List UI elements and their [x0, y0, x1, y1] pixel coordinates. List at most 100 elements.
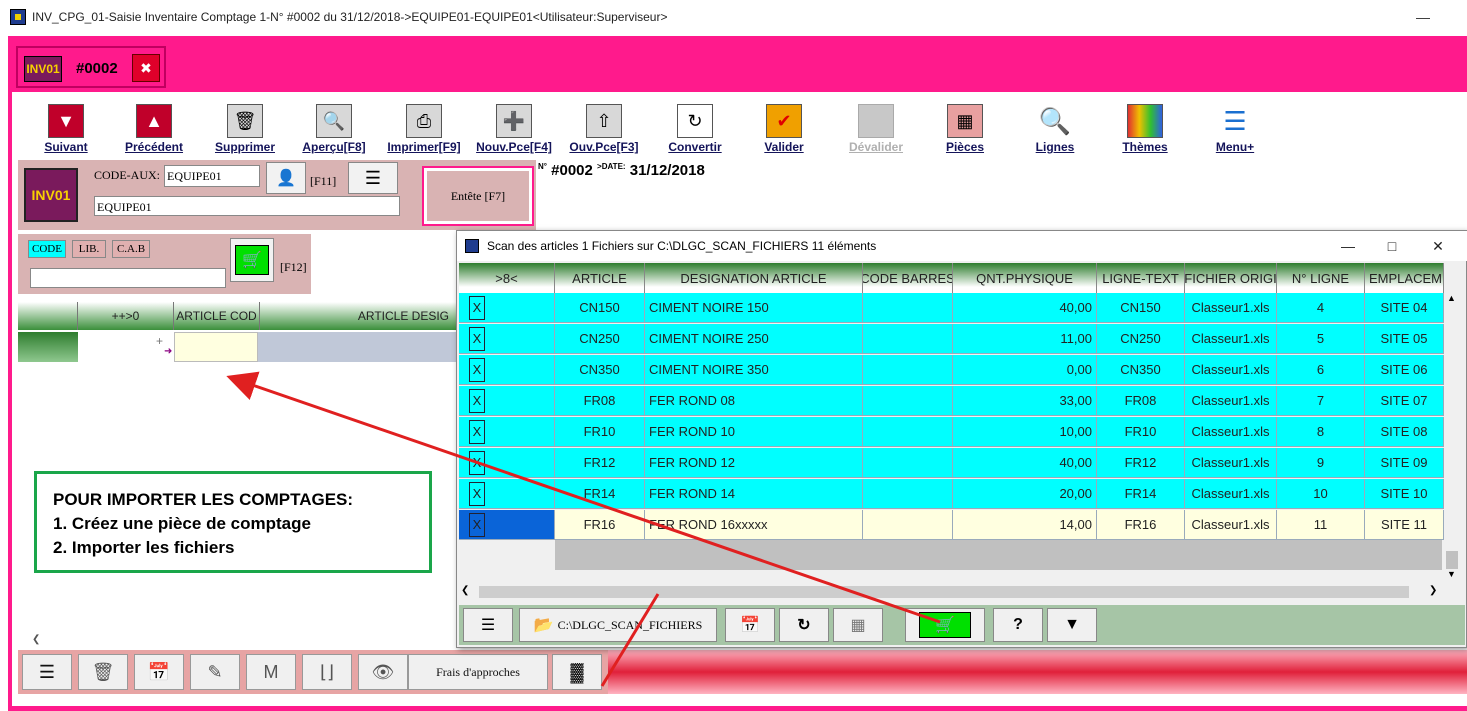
header-menu-button[interactable]: ☰: [348, 162, 398, 194]
barcode-button[interactable]: ▓: [552, 654, 602, 690]
m-button[interactable]: M: [246, 654, 296, 690]
lignes-button[interactable]: 🔍 Lignes: [1028, 98, 1082, 158]
nouv-pce-button[interactable]: ➕ Nouv.Pce[F4]: [472, 98, 556, 158]
row-select-cell[interactable]: X: [459, 510, 555, 540]
row-select-cell[interactable]: X: [459, 448, 555, 478]
edit-button[interactable]: ✎: [190, 654, 240, 690]
precedent-button[interactable]: ▲ Précédent: [118, 98, 190, 158]
vertical-scrollbar[interactable]: ▲ ▼: [1444, 293, 1460, 579]
delete-button[interactable]: 🗑: [78, 654, 128, 690]
dialog-close-button[interactable]: ✕: [1423, 235, 1453, 257]
row-checkbox[interactable]: X: [469, 481, 485, 506]
row-selector[interactable]: [18, 332, 78, 362]
filter-button[interactable]: ▼: [1047, 608, 1097, 642]
tab-cab[interactable]: C.A.B: [112, 240, 150, 258]
dialog-maximize-button[interactable]: □: [1377, 235, 1407, 257]
import-cart-button[interactable]: 🛒: [905, 608, 985, 642]
settings-button[interactable]: ☰: [463, 608, 513, 642]
grid-help-button[interactable]: ▦: [833, 608, 883, 642]
supprimer-button[interactable]: 🗑 Supprimer: [208, 98, 282, 158]
scan-row[interactable]: X FR08 FER ROND 08 33,00 FR08 Classeur1.xls 7 S…: [459, 386, 1444, 416]
scan-row[interactable]: X CN350 CIMENT NOIRE 350 0,00 CN350 Classeur1…: [459, 355, 1444, 385]
note-line: 1. Créez une pièce de comptage: [53, 514, 311, 533]
minimize-button[interactable]: —: [1408, 6, 1438, 28]
col-header-designation[interactable]: DESIGNATION ARTICLE: [645, 263, 863, 293]
row-select-cell[interactable]: X: [459, 324, 555, 354]
dialog-minimize-button[interactable]: —: [1333, 235, 1363, 257]
convertir-button[interactable]: ↻ Convertir: [662, 98, 728, 158]
scroll-thumb[interactable]: [479, 586, 1409, 598]
close-icon[interactable]: ✖: [132, 54, 160, 82]
imprimer-button[interactable]: ⎙ Imprimer[F9]: [382, 98, 466, 158]
calendar-button[interactable]: 📅: [134, 654, 184, 690]
scan-row[interactable]: X CN150 CIMENT NOIRE 150 40,00 CN150 Classeur…: [459, 293, 1444, 323]
suivant-button[interactable]: ▼ Suivant: [40, 98, 92, 158]
palette-icon: [1127, 104, 1163, 138]
entete-button[interactable]: Entête [F7]: [422, 166, 534, 226]
col-header-select[interactable]: >8<: [459, 263, 555, 293]
bracket-button[interactable]: ⌊⌋: [302, 654, 352, 690]
pieces-button[interactable]: ▦ Pièces: [936, 98, 994, 158]
grid-header-cell[interactable]: [18, 302, 78, 330]
col-header-emplacement[interactable]: EMPLACEME: [1365, 263, 1444, 293]
themes-button[interactable]: Thèmes: [1114, 98, 1176, 158]
user-button[interactable]: 👤: [266, 162, 306, 194]
cell-fichier: Classeur1.xls: [1185, 293, 1277, 323]
row-checkbox[interactable]: X: [469, 419, 485, 444]
main-grid-row[interactable]: + ➜: [18, 332, 460, 362]
tab-code[interactable]: CODE: [28, 240, 66, 258]
horizontal-scrollbar[interactable]: ❮ ❯: [459, 583, 1444, 601]
row-checkbox[interactable]: X: [469, 512, 485, 537]
col-header-fichier[interactable]: FICHIER ORIGI: [1185, 263, 1277, 293]
grid-header-cell[interactable]: ++>0: [78, 302, 174, 330]
equipe-input[interactable]: EQUIPE01: [94, 196, 400, 216]
calendar-button[interactable]: 📅: [725, 608, 775, 642]
scan-row[interactable]: X FR14 FER ROND 14 20,00 FR14 Classeur1.xls 10…: [459, 479, 1444, 509]
search-input[interactable]: [30, 268, 226, 288]
menu-plus-button[interactable]: ☰ Menu+: [1204, 98, 1266, 158]
row-checkbox[interactable]: X: [469, 326, 485, 351]
scan-row[interactable]: X FR16 FER ROND 16xxxxx 14,00 FR16 Classeur1.…: [459, 510, 1444, 540]
scan-row[interactable]: X FR12 FER ROND 12 40,00 FR12 Classeur1.xls 9 S…: [459, 448, 1444, 478]
apercu-button[interactable]: 🔍 Aperçu[F8]: [298, 98, 370, 158]
col-header-article[interactable]: ARTICLE: [555, 263, 645, 293]
row-select-cell[interactable]: X: [459, 386, 555, 416]
devalider-button[interactable]: Dévalider: [844, 98, 908, 158]
col-header-code-barres[interactable]: CODE BARRES: [863, 263, 953, 293]
scroll-down-icon[interactable]: ▼: [1447, 569, 1456, 579]
path-button[interactable]: 📂 C:\DLGC_SCAN_FICHIERS: [519, 608, 717, 642]
scroll-up-icon[interactable]: ▲: [1447, 293, 1456, 303]
scroll-left-icon[interactable]: ❮: [461, 585, 469, 596]
scan-row[interactable]: X FR10 FER ROND 10 10,00 FR10 Classeur1.xls 8 S…: [459, 417, 1444, 447]
col-header-qnt[interactable]: QNT.PHYSIQUE: [953, 263, 1097, 293]
article-designation-input[interactable]: [258, 332, 460, 362]
row-checkbox[interactable]: X: [469, 357, 485, 382]
refresh-button[interactable]: ↻: [779, 608, 829, 642]
scroll-thumb[interactable]: [1446, 551, 1458, 569]
article-code-input[interactable]: [174, 332, 258, 362]
valider-button[interactable]: ✔ Valider: [758, 98, 810, 158]
row-checkbox[interactable]: X: [469, 450, 485, 475]
row-checkbox[interactable]: X: [469, 295, 485, 320]
grid-header-cell[interactable]: ARTICLE DESIG: [260, 302, 460, 330]
document-tab[interactable]: INV01 #0002 ✖: [16, 46, 166, 88]
col-header-num-ligne[interactable]: N° LIGNE: [1277, 263, 1365, 293]
row-checkbox[interactable]: X: [469, 388, 485, 413]
frais-approches-button[interactable]: Frais d'approches: [408, 654, 548, 690]
scan-row[interactable]: X CN250 CIMENT NOIRE 250 11,00 CN250 Classeur…: [459, 324, 1444, 354]
scroll-left-icon[interactable]: ❮: [32, 634, 40, 645]
tab-lib[interactable]: LIB.: [72, 240, 106, 258]
row-select-cell[interactable]: X: [459, 417, 555, 447]
code-aux-input[interactable]: EQUIPE01: [164, 165, 260, 187]
menu-button[interactable]: ☰: [22, 654, 72, 690]
ouv-pce-button[interactable]: ⇧ Ouv.Pce[F3]: [564, 98, 644, 158]
row-select-cell[interactable]: X: [459, 293, 555, 323]
grid-header-cell[interactable]: ARTICLE COD: [174, 302, 260, 330]
row-select-cell[interactable]: X: [459, 355, 555, 385]
cart-button[interactable]: 🛒: [230, 238, 274, 282]
help-button[interactable]: ?: [993, 608, 1043, 642]
col-header-ligne-text[interactable]: LIGNE-TEXT: [1097, 263, 1185, 293]
scroll-right-icon[interactable]: ❯: [1429, 585, 1437, 596]
row-select-cell[interactable]: X: [459, 479, 555, 509]
view-button[interactable]: 👁: [358, 654, 408, 690]
